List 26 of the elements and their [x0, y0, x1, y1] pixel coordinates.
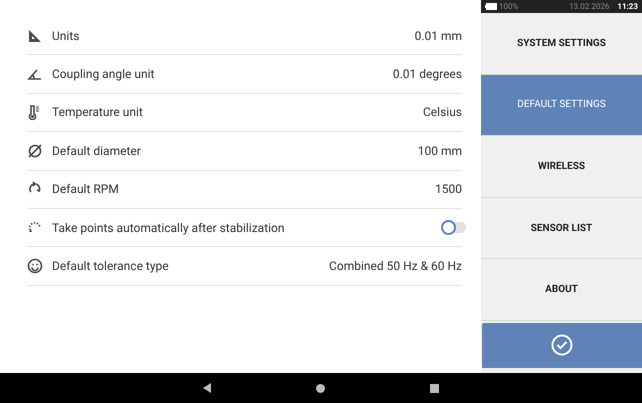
check-circle-icon — [551, 334, 573, 356]
home-icon[interactable] — [316, 384, 325, 392]
battery-level: 100% — [499, 0, 518, 12]
setting-label: Default RPM — [52, 181, 119, 198]
setting-value: 0.01 degrees — [392, 66, 462, 84]
back-icon[interactable] — [202, 383, 211, 393]
menu-tab[interactable]: DEFAULT SETTINGS — [481, 74, 642, 136]
setting-label: Default tolerance type — [52, 258, 169, 276]
battery-icon — [485, 3, 497, 10]
diameter-icon — [27, 142, 43, 159]
setting-label: Coupling angle unit — [52, 66, 154, 84]
toggle-switch[interactable] — [443, 222, 466, 234]
smiley-icon — [27, 258, 43, 274]
recents-icon[interactable] — [430, 384, 440, 392]
setting-value: 0.01 mm — [414, 28, 462, 45]
setting-value: 1500 — [435, 181, 462, 198]
setting-value: 100 mm — [418, 142, 462, 160]
confirm-button[interactable] — [482, 322, 642, 368]
setting-label: Default diameter — [52, 142, 141, 160]
time: 11:23 — [617, 0, 638, 12]
setting-label: Take points automatically after stabilization — [52, 220, 285, 237]
setting-value: Celsius — [422, 104, 462, 122]
setting-label: Temperature unit — [52, 104, 143, 122]
date: 13.02.2026 — [569, 0, 610, 12]
setting-value: Combined 50 Hz & 60 Hz — [329, 258, 462, 276]
setting-label: Units — [52, 28, 80, 45]
